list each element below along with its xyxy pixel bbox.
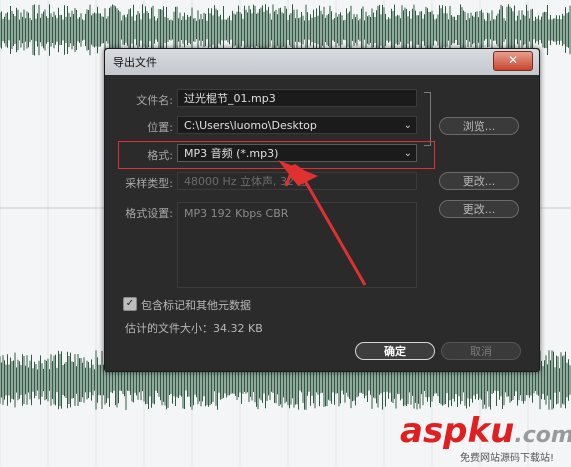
format-settings-value: MP3 192 Kbps CBR [184,207,289,220]
format-settings-label: 格式设置: [125,207,173,220]
filename-label: 文件名: [136,94,173,107]
location-value: C:\Users\luomo\Desktop [184,119,317,132]
chevron-down-icon: ⌄ [403,148,412,159]
dialog-body: 文件名: 过光棍节_01.mp3 位置: C:\Users\luomo\Desk… [105,75,539,371]
watermark-logo: aspku.com [400,414,571,453]
filename-value: 过光棍节_01.mp3 [184,92,276,105]
export-file-dialog: 导出文件 ✕ 文件名: 过光棍节_01.mp3 位置: C:\Users\luo… [104,48,540,372]
format-dropdown[interactable]: MP3 音频 (*.mp3) ⌄ [177,144,417,162]
sample-type-label: 采样类型: [125,177,173,190]
dialog-title: 导出文件 [113,56,157,69]
location-label: 位置: [147,121,173,134]
include-markers-checkbox[interactable]: ✓ [123,297,137,311]
filename-input[interactable]: 过光棍节_01.mp3 [177,89,417,107]
change-sample-type-button[interactable]: 更改... [439,172,519,190]
filename-location-bracket [424,92,431,146]
chevron-down-icon: ⌄ [403,120,412,131]
dialog-titlebar: 导出文件 ✕ [105,49,539,75]
format-label: 格式: [147,149,173,162]
sample-type-value: 48000 Hz 立体声, 32 位 [184,175,309,188]
change-format-settings-button[interactable]: 更改... [439,200,519,218]
cancel-button[interactable]: 取消 [441,342,521,360]
browse-button[interactable]: 浏览... [439,117,519,135]
format-value: MP3 音频 (*.mp3) [184,147,279,160]
watermark-domain: .com [514,423,571,448]
sample-type-field: 48000 Hz 立体声, 32 位 [177,172,417,190]
format-settings-box: MP3 192 Kbps CBR [177,202,417,288]
estimated-size-text: 估计的文件大小：34.32 KB [125,322,263,335]
close-icon: ✕ [507,53,519,67]
include-markers-label: 包含标记和其他元数据 [141,299,251,312]
location-dropdown[interactable]: C:\Users\luomo\Desktop ⌄ [177,116,417,134]
watermark-brand: aspku [400,411,515,451]
ok-button[interactable]: 确定 [355,342,435,360]
close-button[interactable]: ✕ [493,51,533,71]
watermark-tagline: 免费网站源码下载站! [460,453,555,464]
